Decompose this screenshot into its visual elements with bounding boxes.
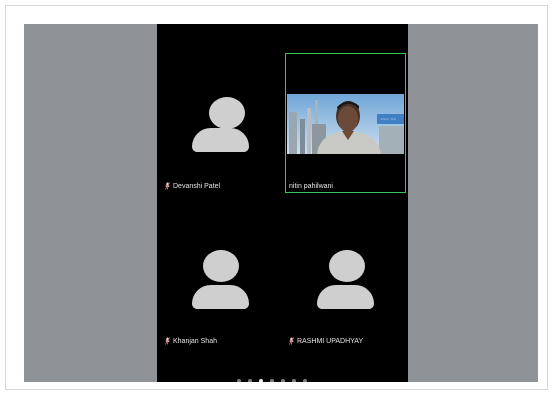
participant-name-label: Devanshi Patel bbox=[165, 182, 220, 190]
page-dot[interactable] bbox=[237, 379, 241, 382]
page-dot[interactable] bbox=[270, 379, 274, 382]
avatar-body-icon bbox=[317, 285, 374, 309]
page-indicator[interactable] bbox=[237, 379, 307, 382]
right-side-panel bbox=[408, 24, 538, 382]
mic-muted-icon bbox=[165, 182, 170, 190]
participant-name-label: RASHMI UPADHYAY bbox=[289, 337, 363, 345]
left-side-panel bbox=[24, 24, 157, 382]
page-dot[interactable] bbox=[292, 379, 296, 382]
page-dot[interactable] bbox=[303, 379, 307, 382]
avatar-placeholder-icon bbox=[203, 250, 239, 282]
participant-name-label: Khanjan Shah bbox=[165, 337, 217, 345]
avatar-placeholder-icon bbox=[329, 250, 365, 282]
avatar-body-icon bbox=[192, 285, 249, 309]
mic-muted-icon bbox=[289, 337, 294, 345]
participant-tile-2-active-speaker[interactable]: ~~~ ~~ nitin pahilwani bbox=[285, 53, 406, 193]
participant-video-feed: ~~~ ~~ bbox=[287, 94, 404, 154]
page-dot[interactable] bbox=[281, 379, 285, 382]
avatar-body-icon bbox=[192, 128, 249, 152]
avatar-placeholder-icon bbox=[209, 97, 245, 129]
page-dot-active[interactable] bbox=[259, 379, 263, 382]
participant-name-label: nitin pahilwani bbox=[289, 183, 333, 190]
page-dot[interactable] bbox=[248, 379, 252, 382]
svg-text:~~~ ~~: ~~~ ~~ bbox=[380, 117, 396, 123]
mic-muted-icon bbox=[165, 337, 170, 345]
